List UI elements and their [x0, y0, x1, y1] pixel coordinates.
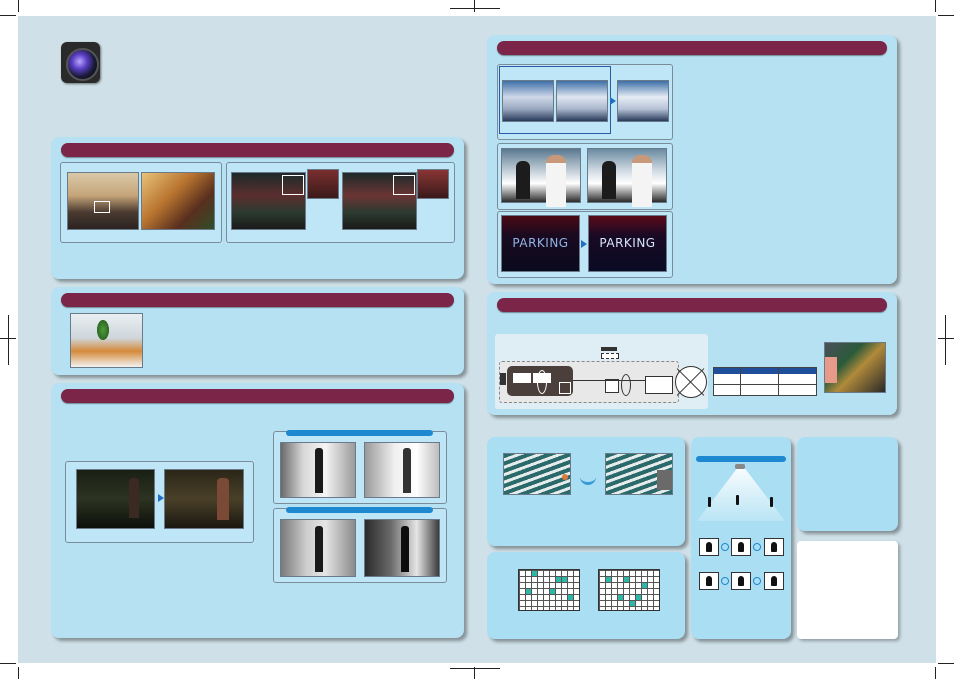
info-card [797, 541, 898, 639]
privacy-mask-panel [487, 437, 685, 546]
crowd-zoom-photo [141, 172, 215, 230]
crop-mark [474, 0, 475, 12]
building-photo-2 [342, 172, 417, 230]
sensor-block [507, 366, 573, 396]
circuit-board-photo [824, 342, 886, 393]
ceiling-camera-panel [691, 437, 791, 639]
ring-icon [721, 543, 729, 551]
hall-people-photo [502, 80, 554, 122]
camera-lens-icon [61, 42, 100, 83]
section-title-bar [61, 143, 454, 157]
section-title-bar [497, 298, 887, 312]
crop-mark [938, 338, 954, 339]
crowd-photo [67, 172, 139, 230]
subsection-bar [286, 430, 433, 436]
right-arrow-icon [610, 97, 616, 105]
building-photo [231, 172, 306, 230]
ring-icon [753, 577, 761, 585]
business-people-photo-2 [587, 148, 667, 207]
crop-mark [938, 15, 954, 16]
block-diagram [495, 334, 708, 409]
ring-icon [753, 543, 761, 551]
mid-right-panel [487, 292, 897, 415]
person-top-view-icon [699, 538, 719, 556]
person-icon [708, 497, 711, 507]
person-top-view-icon [731, 572, 751, 590]
parking-comparison-box: PARKING PARKING [497, 211, 673, 278]
input-block [500, 373, 506, 385]
top-left-panel [51, 137, 464, 279]
night-scene-bright [164, 469, 244, 529]
diagram-legend [601, 347, 617, 351]
parking-sign-photo: PARKING [501, 215, 580, 272]
bottom-left-panel [51, 383, 464, 638]
crop-mark [18, 667, 19, 679]
person-top-view-icon [764, 538, 784, 556]
section-title-bar [61, 293, 454, 307]
business-people-photo [501, 148, 581, 207]
crop-mark [935, 0, 936, 12]
crop-mark [0, 663, 16, 664]
signal-line [573, 380, 645, 381]
subsection-bar [696, 456, 786, 462]
right-arrow-icon [581, 240, 587, 248]
dsp-block [605, 379, 619, 393]
signal-loop [621, 374, 631, 396]
crop-mark [450, 8, 500, 9]
section-title-bar [497, 41, 887, 55]
crop-mark [0, 15, 16, 16]
motion-comparison-box [497, 64, 673, 140]
man-hall-photo [280, 519, 356, 577]
building-facade-photo [503, 453, 571, 495]
person-top-view-icon [699, 572, 719, 590]
building-facade-masked-photo [605, 453, 673, 495]
office-desk-photo [70, 313, 143, 368]
crop-mark [938, 663, 954, 664]
backlight-comparison-box [273, 430, 447, 504]
image-group [226, 162, 455, 243]
parking-text: PARKING [512, 236, 569, 250]
mid-left-panel [51, 287, 464, 375]
crop-mark [935, 667, 936, 679]
hall-people-photo-2 [556, 80, 608, 122]
night-comparison-box [65, 461, 254, 543]
person-icon [736, 495, 739, 505]
person-icon [770, 497, 773, 507]
man-corridor-photo-2 [364, 442, 440, 498]
section-title-bar [61, 389, 454, 403]
night-scene-dark [76, 469, 155, 529]
crop-mark [18, 0, 19, 12]
crop-mark [8, 315, 9, 365]
person-top-view-icon [731, 538, 751, 556]
diagram-legend [601, 353, 619, 359]
camera-coverage-cone [697, 469, 785, 521]
crop-mark [945, 315, 946, 365]
person-top-view-icon [764, 572, 784, 590]
detection-grid [518, 569, 580, 611]
ceiling-camera-icon [735, 464, 745, 469]
crop-mark [450, 668, 500, 669]
info-panel [797, 437, 898, 531]
right-arrow-icon [580, 474, 596, 485]
man-corridor-photo [280, 442, 356, 498]
output-block [645, 376, 673, 394]
image-group [60, 162, 222, 243]
building-zoom-photo [307, 169, 339, 199]
building-zoom-photo-2 [417, 169, 449, 199]
motion-grid-panel [487, 552, 685, 639]
man-hall-photo-2 [364, 519, 440, 577]
ring-icon [721, 577, 729, 585]
parking-text: PARKING [599, 236, 656, 250]
subsection-bar [286, 507, 433, 513]
network-icon [675, 366, 707, 398]
spec-table [713, 367, 817, 396]
top-right-panel: PARKING PARKING [487, 35, 897, 284]
contrast-comparison-box [273, 507, 447, 583]
faces-comparison-box [497, 143, 673, 210]
detection-grid-2 [598, 569, 660, 611]
parking-sign-photo-2: PARKING [588, 215, 667, 272]
hall-people-photo-3 [617, 80, 669, 122]
